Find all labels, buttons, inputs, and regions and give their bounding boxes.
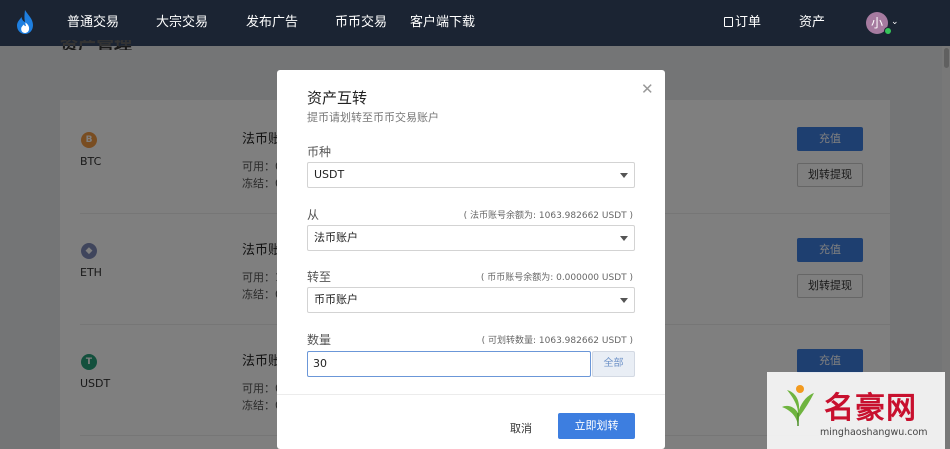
coin-select[interactable]: USDT xyxy=(307,162,635,188)
to-account-select[interactable]: 币币账户 xyxy=(307,287,635,313)
nav-item-spot[interactable]: 普通交易 xyxy=(67,14,119,32)
top-nav: 普通交易 大宗交易 发布广告 币币交易 客户端下载 订单 资产 小 ⌄ xyxy=(0,0,950,46)
caret-down-icon xyxy=(620,173,628,178)
from-account-select[interactable]: 法币账户 xyxy=(307,225,635,251)
modal-title: 资产互转 xyxy=(307,89,368,107)
online-status-icon xyxy=(884,27,892,35)
nav-item-post-ad[interactable]: 发布广告 xyxy=(246,14,298,32)
order-list-icon xyxy=(724,17,733,27)
watermark-title: 名豪网 xyxy=(824,391,917,426)
quantity-input[interactable]: 30 xyxy=(307,351,591,377)
caret-down-icon xyxy=(620,236,628,241)
from-label: 从 xyxy=(307,208,320,222)
flame-logo-icon[interactable] xyxy=(14,9,36,35)
cancel-button[interactable]: 取消 xyxy=(510,420,532,436)
coin-select-value: USDT xyxy=(314,168,345,181)
nav-item-client-download[interactable]: 客户端下载 xyxy=(410,14,475,32)
leaf-logo-icon xyxy=(782,385,814,426)
quantity-note: ( 可划转数量: 1063.982662 USDT ) xyxy=(481,336,633,346)
to-balance-note: ( 币币账号余额为: 0.000000 USDT ) xyxy=(480,273,633,283)
nav-orders[interactable]: 订单 xyxy=(724,14,761,32)
confirm-transfer-button[interactable]: 立即划转 xyxy=(558,413,635,439)
watermark-url: minghaoshangwu.com xyxy=(820,427,928,438)
all-button[interactable]: 全部 xyxy=(592,351,635,377)
quantity-label: 数量 xyxy=(307,333,332,347)
nav-item-coin-trade[interactable]: 币币交易 xyxy=(335,14,387,32)
coin-label: 币种 xyxy=(307,145,332,159)
to-account-value: 币币账户 xyxy=(314,293,358,306)
from-account-value: 法币账户 xyxy=(314,231,358,244)
modal-divider xyxy=(277,394,665,395)
modal-subtitle: 提币请划转至币币交易账户 xyxy=(307,111,439,124)
from-balance-note: ( 法币账号余额为: 1063.982662 USDT ) xyxy=(463,211,633,221)
nav-orders-label: 订单 xyxy=(735,15,762,30)
caret-down-icon xyxy=(620,298,628,303)
asset-transfer-modal: ✕ 资产互转 提币请划转至币币交易账户 币种 USDT 从 ( 法币账号余额为:… xyxy=(277,70,665,449)
chevron-down-icon[interactable]: ⌄ xyxy=(891,17,899,27)
nav-assets[interactable]: 资产 xyxy=(799,14,825,32)
to-label: 转至 xyxy=(307,270,332,284)
nav-item-block-trade[interactable]: 大宗交易 xyxy=(156,14,208,32)
close-icon[interactable]: ✕ xyxy=(641,81,654,97)
